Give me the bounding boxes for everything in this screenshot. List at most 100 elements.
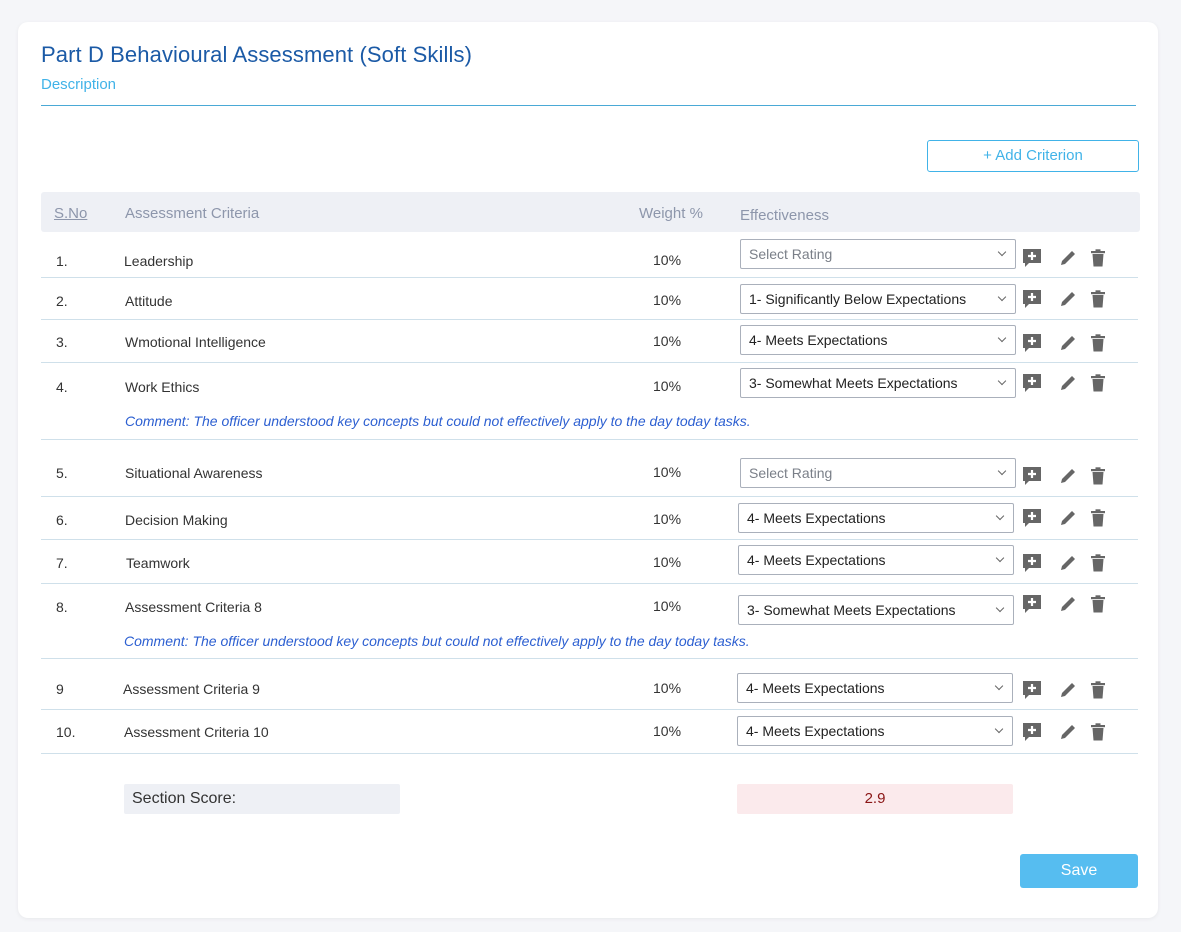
- pencil-icon[interactable]: [1059, 467, 1077, 490]
- table-row: 7. Teamwork 10% 4- Meets Expectations: [41, 540, 1140, 584]
- add-comment-icon[interactable]: [1021, 552, 1043, 579]
- chevron-down-icon: [997, 292, 1007, 302]
- row-criteria: Wmotional Intelligence: [125, 334, 266, 350]
- rating-select[interactable]: 1- Significantly Below Expectations: [740, 284, 1016, 314]
- pencil-icon[interactable]: [1059, 290, 1077, 313]
- row-sno: 1.: [56, 253, 68, 269]
- row-sno: 3.: [56, 334, 68, 350]
- pencil-icon[interactable]: [1059, 334, 1077, 357]
- trash-icon[interactable]: [1090, 290, 1106, 313]
- row-criteria: Decision Making: [125, 512, 228, 528]
- rating-select[interactable]: Select Rating: [740, 239, 1016, 269]
- rating-select-value: 3- Somewhat Meets Expectations: [747, 602, 956, 618]
- rating-select-value: 3- Somewhat Meets Expectations: [749, 375, 958, 391]
- row-weight: 10%: [653, 554, 682, 570]
- table-row: 6. Decision Making 10% 4- Meets Expectation…: [41, 497, 1140, 540]
- rating-select-value: Select Rating: [749, 465, 833, 481]
- add-comment-icon[interactable]: [1021, 721, 1043, 748]
- trash-icon[interactable]: [1090, 334, 1106, 357]
- trash-icon[interactable]: [1090, 249, 1106, 272]
- rating-select[interactable]: 4- Meets Expectations: [740, 325, 1016, 355]
- row-criteria: Work Ethics: [125, 379, 200, 395]
- row-weight: 10%: [653, 511, 682, 527]
- rating-select-value: 4- Meets Expectations: [747, 552, 886, 568]
- table-row: 2. Attitude 10% 1- Significantly Below Expe…: [41, 278, 1140, 320]
- row-comment: Comment: The officer understood key conc…: [124, 633, 750, 649]
- add-criterion-button[interactable]: + Add Criterion: [927, 140, 1139, 172]
- rating-select[interactable]: 4- Meets Expectations: [737, 673, 1013, 703]
- assessment-card: Part D Behavioural Assessment (Soft Skil…: [18, 22, 1158, 918]
- pencil-icon[interactable]: [1059, 249, 1077, 272]
- add-comment-icon[interactable]: [1021, 465, 1043, 492]
- rating-select[interactable]: 4- Meets Expectations: [737, 716, 1013, 746]
- pencil-icon[interactable]: [1059, 595, 1077, 618]
- trash-icon[interactable]: [1090, 681, 1106, 704]
- table-row: 9 Assessment Criteria 9 10% 4- Meets Expect…: [41, 659, 1140, 710]
- row-sno: 5.: [56, 465, 68, 481]
- row-sno: 10.: [56, 724, 76, 740]
- add-comment-icon[interactable]: [1021, 372, 1043, 399]
- row-criteria: Assessment Criteria 10: [124, 724, 269, 740]
- rating-select-value: 4- Meets Expectations: [746, 723, 885, 739]
- row-sno: 7.: [56, 555, 68, 571]
- add-comment-icon[interactable]: [1021, 679, 1043, 706]
- section-description: Description: [41, 76, 117, 93]
- row-criteria: Assessment Criteria 9: [123, 681, 260, 697]
- chevron-down-icon: [997, 376, 1007, 386]
- trash-icon[interactable]: [1090, 554, 1106, 577]
- header-criteria: Assessment Criteria: [125, 205, 260, 222]
- row-criteria: Situational Awareness: [125, 465, 263, 481]
- trash-icon[interactable]: [1090, 467, 1106, 490]
- row-weight: 10%: [653, 292, 682, 308]
- pencil-icon[interactable]: [1059, 554, 1077, 577]
- row-sno: 6.: [56, 512, 68, 528]
- rating-select[interactable]: 4- Meets Expectations: [738, 545, 1014, 575]
- row-sno: 9: [56, 681, 64, 697]
- trash-icon[interactable]: [1090, 723, 1106, 746]
- row-criteria: Assessment Criteria 8: [125, 599, 262, 615]
- table-header: S.No Assessment Criteria Weight % Effect…: [41, 192, 1140, 232]
- chevron-down-icon: [997, 466, 1007, 476]
- header-weight: Weight %: [639, 205, 703, 222]
- add-comment-icon[interactable]: [1021, 332, 1043, 359]
- row-criteria: Leadership: [124, 253, 194, 269]
- trash-icon[interactable]: [1090, 595, 1106, 618]
- header-sno[interactable]: S.No: [54, 205, 87, 222]
- section-score-label: Section Score:: [124, 784, 400, 814]
- divider: [41, 105, 1136, 106]
- pencil-icon[interactable]: [1059, 374, 1077, 397]
- pencil-icon[interactable]: [1059, 509, 1077, 532]
- chevron-down-icon: [994, 724, 1004, 734]
- row-sno: 2.: [56, 293, 68, 309]
- rating-select[interactable]: Select Rating: [740, 458, 1016, 488]
- row-weight: 10%: [653, 333, 682, 349]
- table-row: 3. Wmotional Intelligence 10% 4- Meets Expe…: [41, 320, 1140, 363]
- rating-select-value: 1- Significantly Below Expectations: [749, 291, 967, 307]
- pencil-icon[interactable]: [1059, 723, 1077, 746]
- add-comment-icon[interactable]: [1021, 288, 1043, 315]
- trash-icon[interactable]: [1090, 374, 1106, 397]
- save-button[interactable]: Save: [1020, 854, 1138, 888]
- row-criteria: Attitude: [125, 293, 173, 309]
- row-weight: 10%: [653, 464, 682, 480]
- trash-icon[interactable]: [1090, 509, 1106, 532]
- rating-select[interactable]: 3- Somewhat Meets Expectations: [738, 595, 1014, 625]
- chevron-down-icon: [994, 681, 1004, 691]
- header-effectiveness: Effectiveness: [740, 207, 829, 224]
- add-comment-icon[interactable]: [1021, 507, 1043, 534]
- row-comment: Comment: The officer understood key conc…: [125, 413, 751, 429]
- add-comment-icon[interactable]: [1021, 593, 1043, 620]
- rating-select[interactable]: 4- Meets Expectations: [738, 503, 1014, 533]
- row-weight: 10%: [653, 723, 682, 739]
- chevron-down-icon: [995, 511, 1005, 521]
- row-criteria: Teamwork: [126, 555, 190, 571]
- rating-select-value: Select Rating: [749, 246, 833, 262]
- pencil-icon[interactable]: [1059, 681, 1077, 704]
- chevron-down-icon: [997, 333, 1007, 343]
- add-comment-icon[interactable]: [1021, 247, 1043, 274]
- row-divider: [41, 753, 1138, 754]
- row-weight: 10%: [653, 378, 682, 394]
- rating-select[interactable]: 3- Somewhat Meets Expectations: [740, 368, 1016, 398]
- table-row: 4. Work Ethics 10% 3- Somewhat Meets Expect…: [41, 363, 1140, 440]
- table-row: 1. Leadership 10% Select Rating: [41, 232, 1140, 278]
